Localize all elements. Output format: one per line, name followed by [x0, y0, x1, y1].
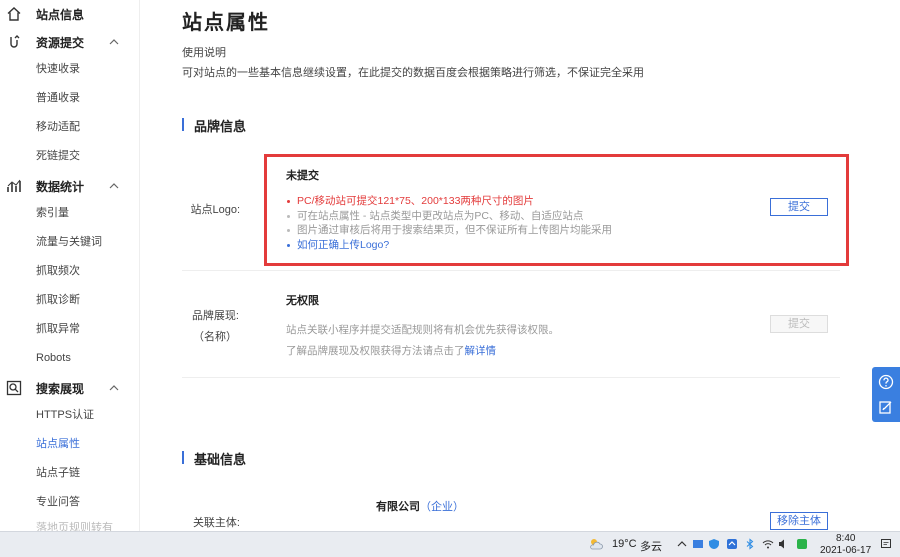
chevron-up-icon[interactable] — [676, 538, 688, 550]
sidebar-group-label: 资源提交 — [36, 35, 85, 50]
page-title: 站点属性 — [182, 12, 270, 34]
help-icon[interactable] — [878, 374, 894, 390]
sidebar-item-crawl-diagnosis[interactable]: 抓取诊断 — [36, 290, 80, 310]
sidebar-group-resource-submit[interactable]: 资源提交 — [0, 28, 139, 56]
section-title-brand: 品牌信息 — [182, 116, 246, 135]
sidebar-item-robots[interactable]: Robots — [36, 348, 71, 368]
sidebar-item-index-volume[interactable]: 索引量 — [36, 203, 69, 223]
cloud-sync-icon[interactable] — [726, 538, 738, 550]
bluetooth-icon[interactable] — [744, 538, 756, 550]
sidebar-item-mobile-adapt[interactable]: 移动适配 — [36, 117, 80, 137]
sidebar-item-crawl-frequency[interactable]: 抓取频次 — [36, 261, 80, 281]
floating-toolbar — [872, 367, 900, 422]
row-label-brand-sub: （名称） — [193, 331, 237, 343]
submit-brand-button[interactable]: 提交 — [770, 315, 828, 333]
row-label-entity: 关联主体: — [192, 517, 240, 529]
sidebar-group-site-info[interactable]: 站点信息 — [0, 0, 139, 28]
chevron-up-icon[interactable] — [108, 180, 120, 192]
usage-description: 可对站点的一些基本信息继续设置，在此提交的数据百度会根据策略进行筛选，不保证完全… — [182, 67, 644, 79]
remove-entity-button[interactable]: 移除主体 — [770, 512, 828, 530]
logo-requirements-list: PC/移动站可提交121*75、200*133两种尺寸的图片 可在站点属性 - … — [286, 194, 612, 252]
main-content: 站点属性 使用说明 可对站点的一些基本信息继续设置，在此提交的数据百度会根据策略… — [141, 0, 900, 531]
stats-icon — [7, 179, 21, 192]
taskbar: 19°C 多云 8:40 2021-06-17 — [0, 531, 900, 557]
sidebar-item-normal-index[interactable]: 普通收录 — [36, 88, 80, 108]
brand-desc-prefix: 了解品牌展现及权限获得方法请点击了 — [286, 345, 465, 357]
row-label-logo: 站点Logo: — [190, 204, 240, 216]
shield-icon[interactable] — [708, 538, 720, 550]
entity-type-tag: （企业） — [420, 501, 464, 513]
list-item: 图片通过审核后将用于搜索结果页，但不保证所有上传图片均能采用 — [286, 223, 612, 238]
temperature: 19°C — [612, 538, 637, 550]
feedback-icon[interactable] — [878, 399, 894, 415]
cloudy-weather-icon[interactable] — [588, 536, 604, 552]
sidebar: 站点信息 资源提交 快速收录 普通收录 移动适配 死链提交 数据统计 索引量 流… — [0, 0, 140, 531]
entity-value: 有限公司（企业） — [376, 498, 464, 514]
logo-help-link[interactable]: 如何正确上传Logo? — [286, 238, 612, 253]
entity-name: 有限公司 — [376, 501, 420, 513]
app-tray-icon[interactable] — [692, 538, 704, 550]
speaker-icon[interactable] — [778, 538, 790, 550]
usage-title: 使用说明 — [182, 47, 226, 59]
submit-logo-button[interactable]: 提交 — [770, 198, 828, 216]
clock-date[interactable]: 2021-06-17 — [820, 545, 871, 556]
brand-status: 无权限 — [286, 295, 319, 307]
weather-condition: 多云 — [640, 541, 662, 553]
list-item: 可在站点属性 - 站点类型中更改站点为PC、移动、自适应站点 — [286, 209, 612, 224]
sidebar-item-traffic-keywords[interactable]: 流量与关键词 — [36, 232, 102, 252]
sidebar-item-pro-qa[interactable]: 专业问答 — [36, 492, 80, 512]
brand-desc: 站点关联小程序并提交适配规则将有机会优先获得该权限。 — [286, 324, 559, 336]
sidebar-group-data-stats[interactable]: 数据统计 — [0, 172, 139, 200]
sidebar-group-label: 搜索展现 — [36, 381, 85, 396]
sidebar-item-landing-rules[interactable]: 落地页规则转有 — [36, 518, 113, 531]
logo-status: 未提交 — [286, 170, 319, 182]
wifi-icon[interactable] — [762, 538, 774, 550]
notification-icon[interactable] — [880, 538, 892, 550]
list-item: PC/移动站可提交121*75、200*133两种尺寸的图片 — [286, 194, 612, 209]
submit-icon — [10, 35, 20, 48]
sidebar-group-label: 站点信息 — [36, 7, 85, 22]
learn-more-link[interactable]: 解详情 — [465, 345, 497, 357]
sidebar-item-crawl-error[interactable]: 抓取异常 — [36, 319, 80, 339]
divider — [182, 270, 840, 271]
sidebar-item-dead-link[interactable]: 死链提交 — [36, 146, 80, 166]
section-title-basic: 基础信息 — [182, 449, 246, 468]
chevron-up-icon[interactable] — [108, 36, 120, 48]
brand-desc-more: 了解品牌展现及权限获得方法请点击了解详情 — [286, 343, 496, 358]
sidebar-group-label: 数据统计 — [36, 179, 85, 194]
wechat-icon[interactable] — [796, 538, 808, 550]
divider — [182, 377, 840, 378]
sidebar-item-site-sublinks[interactable]: 站点子链 — [36, 463, 80, 483]
clock-time[interactable]: 8:40 — [836, 533, 855, 544]
sidebar-item-fast-index[interactable]: 快速收录 — [36, 59, 80, 79]
home-icon — [7, 7, 21, 21]
sidebar-group-search-display[interactable]: 搜索展现 — [0, 374, 139, 402]
search-display-icon — [6, 380, 22, 396]
row-label-brand: 品牌展现: — [191, 310, 239, 322]
sidebar-item-site-properties[interactable]: 站点属性 — [36, 434, 80, 454]
sidebar-item-https[interactable]: HTTPS认证 — [36, 405, 94, 425]
chevron-up-icon[interactable] — [108, 382, 120, 394]
